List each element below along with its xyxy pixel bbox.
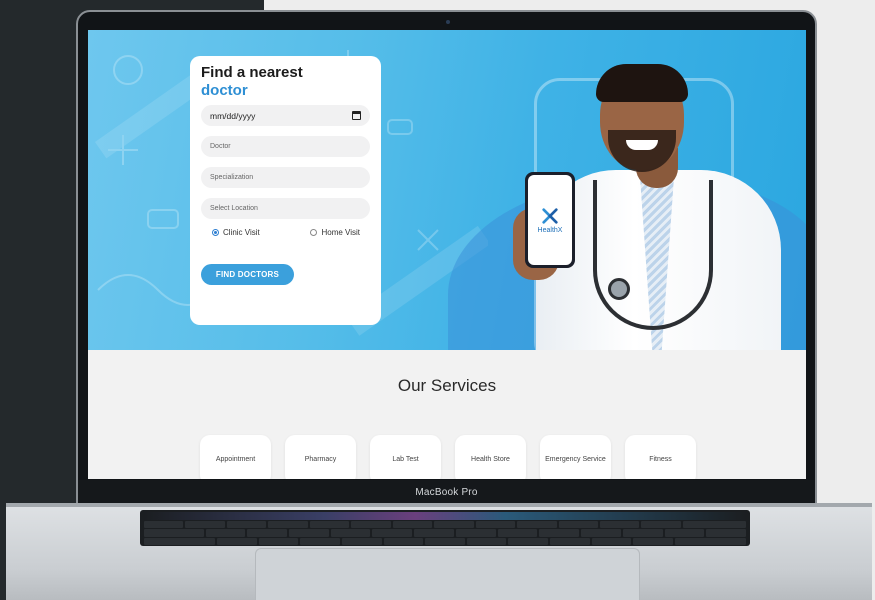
- calendar-icon[interactable]: [352, 111, 361, 120]
- service-tile-lab-test[interactable]: Lab Test: [370, 435, 441, 479]
- doctor-input[interactable]: Doctor: [201, 136, 370, 157]
- phone-mockup: HealthX: [525, 172, 575, 268]
- laptop-hinge-edge: [6, 503, 872, 507]
- location-select[interactable]: Select Location: [201, 198, 370, 219]
- stethoscope-icon: [593, 180, 713, 330]
- service-tile-pharmacy[interactable]: Pharmacy: [285, 435, 356, 479]
- date-input[interactable]: mm/dd/yyyy: [201, 105, 370, 126]
- services-section: Our Services Appointment Pharmacy Lab Te…: [88, 350, 806, 479]
- keyboard-row: [144, 529, 746, 537]
- keyboard-row: [144, 520, 747, 528]
- radio-unselected-icon[interactable]: [310, 229, 318, 236]
- date-placeholder: mm/dd/yyyy: [210, 110, 256, 121]
- keyboard-row: [144, 537, 747, 545]
- services-list: Appointment Pharmacy Lab Test Health Sto…: [200, 435, 696, 479]
- specialization-placeholder: Specialization: [210, 174, 254, 181]
- find-doctors-button[interactable]: FIND DOCTORS: [201, 264, 294, 285]
- doctor-hair: [596, 64, 688, 102]
- keyboard: [140, 510, 750, 546]
- laptop-chin: MacBook Pro: [78, 480, 815, 504]
- card-title-accent: doctor: [201, 82, 248, 99]
- services-title: Our Services: [397, 376, 497, 395]
- service-tile-appointment[interactable]: Appointment: [200, 435, 271, 479]
- hero-banner: HealthX Find a nearest doctor mm/dd/yyyy…: [88, 30, 806, 350]
- camera-icon: [446, 20, 450, 24]
- location-placeholder: Select Location: [210, 205, 258, 212]
- home-visit-radio[interactable]: Home Visit: [310, 228, 360, 237]
- service-tile-emergency[interactable]: Emergency Service: [540, 435, 611, 479]
- app-name-label: HealthX: [537, 226, 563, 234]
- visit-type-group: Clinic Visit Home Visit: [201, 228, 370, 237]
- specialization-select[interactable]: Specialization: [201, 167, 370, 188]
- doctor-smile: [626, 140, 658, 150]
- device-label: MacBook Pro: [415, 486, 478, 498]
- trackpad: [255, 548, 640, 600]
- laptop-screen: HealthX Find a nearest doctor mm/dd/yyyy…: [88, 30, 806, 479]
- healthx-logo-icon: [542, 207, 558, 224]
- service-tile-health-store[interactable]: Health Store: [455, 435, 526, 479]
- radio-selected-icon[interactable]: [212, 229, 219, 236]
- card-title: Find a nearest: [201, 64, 303, 81]
- stethoscope-bell-icon: [608, 278, 630, 300]
- service-tile-fitness[interactable]: Fitness: [625, 435, 696, 479]
- touch-bar: [144, 512, 746, 520]
- find-doctor-card: Find a nearest doctor mm/dd/yyyy Doctor …: [190, 56, 381, 325]
- clinic-visit-radio[interactable]: Clinic Visit: [212, 228, 260, 237]
- home-visit-label: Home Visit: [321, 228, 360, 237]
- clinic-visit-label: Clinic Visit: [223, 228, 260, 237]
- doctor-placeholder: Doctor: [210, 143, 231, 150]
- phone-screen: HealthX: [528, 175, 572, 265]
